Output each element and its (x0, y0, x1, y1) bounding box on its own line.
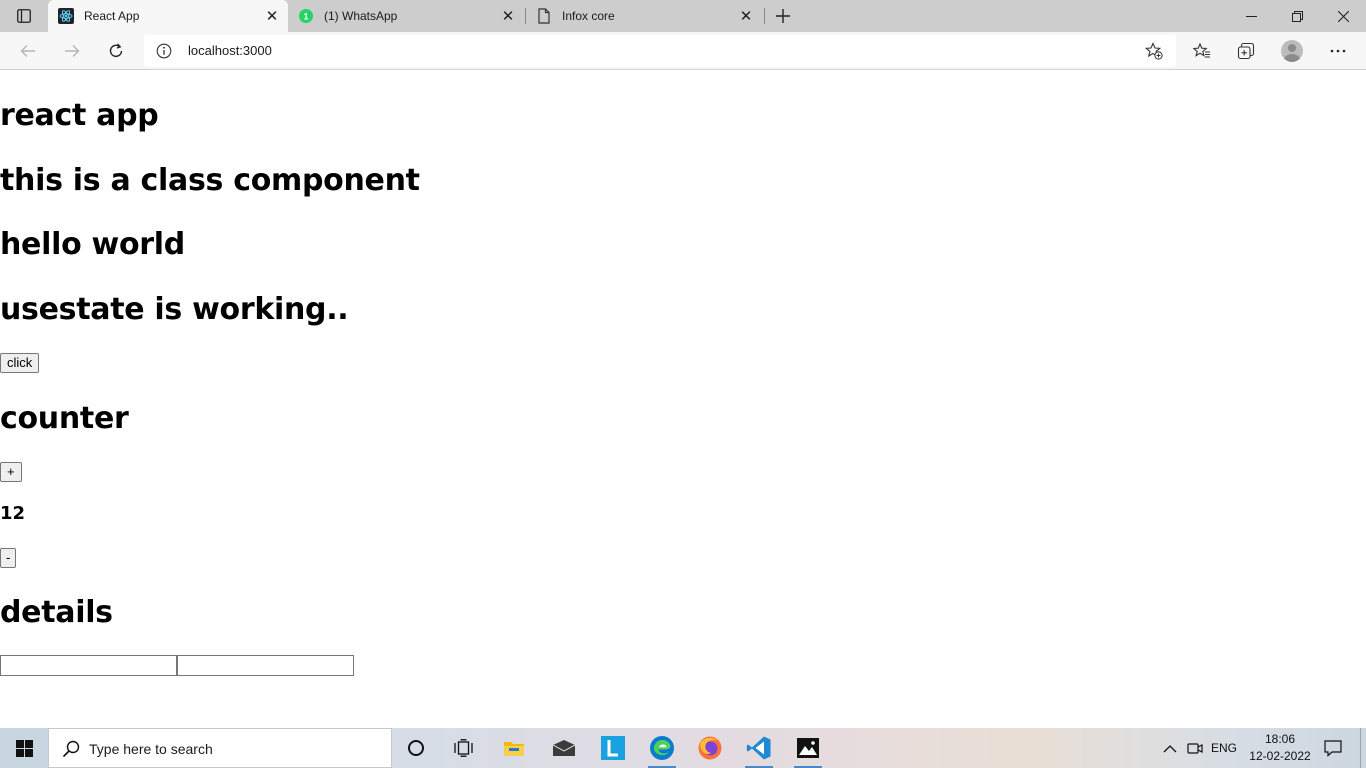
clock-time: 18:06 (1264, 732, 1296, 746)
mail-button[interactable] (540, 728, 588, 768)
restore-button[interactable] (1274, 0, 1320, 32)
photos-icon (797, 738, 819, 758)
react-app-page: react app this is a class component hell… (0, 71, 1366, 728)
vscode-icon (746, 736, 771, 760)
back-button[interactable] (12, 35, 44, 67)
details-heading: details (0, 595, 113, 630)
cortana-button[interactable] (392, 728, 440, 768)
taskbar-search-box[interactable]: Type here to search (48, 728, 392, 768)
search-icon (62, 740, 80, 758)
tab-title: React App (84, 9, 140, 23)
more-dots-icon (1330, 49, 1346, 53)
minimize-button[interactable] (1228, 0, 1274, 32)
firefox-icon (698, 736, 722, 760)
mail-icon (552, 740, 576, 756)
tab-actions-icon (17, 9, 31, 23)
browser-toolbar: localhost:3000 (0, 32, 1366, 70)
minimize-icon (1245, 15, 1257, 17)
refresh-button[interactable] (100, 35, 132, 67)
add-favorite-icon[interactable] (1144, 41, 1164, 61)
task-view-button[interactable] (440, 728, 488, 768)
back-arrow-icon (20, 45, 35, 57)
forward-arrow-icon (65, 45, 80, 57)
tab-title: Infox core (562, 9, 615, 23)
url-text[interactable]: localhost:3000 (188, 43, 272, 58)
search-placeholder: Type here to search (89, 741, 213, 757)
counter-value: 12 (0, 503, 26, 524)
chevron-up-icon (1163, 744, 1177, 752)
show-hidden-icons-button[interactable] (1158, 728, 1182, 768)
notification-icon (1324, 740, 1342, 757)
photos-taskbar-button[interactable] (784, 728, 832, 768)
react-favicon-icon (58, 8, 74, 24)
page-favicon-icon (536, 8, 552, 24)
refresh-icon (109, 43, 123, 57)
favorites-icon (1193, 43, 1210, 58)
details-input-2[interactable] (177, 655, 354, 676)
collections-button[interactable] (1230, 35, 1262, 67)
close-icon (1337, 10, 1349, 22)
whatsapp-favicon-icon: 1 (298, 8, 314, 24)
tab-close-icon[interactable]: ✕ (260, 4, 284, 28)
vscode-taskbar-button[interactable] (735, 728, 783, 768)
page-title: react app (0, 98, 159, 133)
file-explorer-button[interactable] (490, 728, 538, 768)
tab-actions-button[interactable] (10, 4, 38, 28)
hello-world-heading: hello world (0, 227, 185, 262)
tab-close-icon[interactable]: ✕ (496, 4, 520, 28)
task-view-icon (454, 739, 473, 757)
file-explorer-icon (504, 742, 524, 756)
class-component-heading: this is a class component (0, 163, 420, 198)
start-button[interactable] (0, 728, 48, 768)
usestate-heading: usestate is working.. (0, 292, 349, 327)
favorites-button[interactable] (1186, 35, 1218, 67)
tab-close-icon[interactable]: ✕ (734, 4, 758, 28)
tab-whatsapp[interactable]: 1 (1) WhatsApp ✕ (288, 0, 524, 32)
edge-taskbar-button[interactable] (638, 728, 686, 768)
new-tab-button[interactable] (770, 4, 796, 28)
language-indicator[interactable]: ENG (1208, 728, 1240, 768)
decrement-button[interactable]: - (0, 548, 17, 568)
tab-infox-core[interactable]: Infox core ✕ (526, 0, 762, 32)
address-bar[interactable]: localhost:3000 (144, 35, 1176, 67)
edge-icon (650, 736, 674, 760)
show-desktop-button[interactable] (1360, 728, 1361, 768)
cortana-icon (408, 740, 424, 756)
tab-react-app[interactable]: React App ✕ (48, 0, 288, 32)
windows-logo-icon (15, 739, 33, 757)
forward-button[interactable] (56, 35, 88, 67)
plus-icon (776, 9, 790, 23)
l-app-button[interactable] (589, 728, 637, 768)
close-window-button[interactable] (1320, 0, 1366, 32)
browser-tab-strip: React App ✕ 1 (1) WhatsApp ✕ Infox core … (0, 0, 1366, 32)
restore-icon (1291, 10, 1303, 22)
windows-taskbar: Type here to search ENG 18:06 12-02-2022 (0, 728, 1366, 768)
tab-separator (764, 8, 765, 24)
site-info-icon[interactable] (156, 43, 172, 59)
increment-button[interactable]: + (0, 462, 22, 482)
avatar (1281, 40, 1303, 62)
details-input-1[interactable] (0, 655, 177, 676)
whatsapp-badge: 1 (303, 12, 308, 22)
profile-button[interactable] (1276, 35, 1308, 67)
settings-more-button[interactable] (1322, 35, 1354, 67)
clock[interactable]: 18:06 12-02-2022 (1244, 731, 1316, 765)
clock-date: 12-02-2022 (1249, 749, 1311, 763)
tab-title: (1) WhatsApp (324, 9, 398, 23)
click-button[interactable]: click (0, 353, 40, 373)
meet-now-icon (1187, 743, 1203, 754)
collections-icon (1237, 42, 1255, 60)
meet-now-button[interactable] (1184, 728, 1206, 768)
l-app-icon (601, 736, 625, 760)
counter-heading: counter (0, 401, 129, 436)
firefox-button[interactable] (686, 728, 734, 768)
action-center-button[interactable] (1318, 728, 1348, 768)
